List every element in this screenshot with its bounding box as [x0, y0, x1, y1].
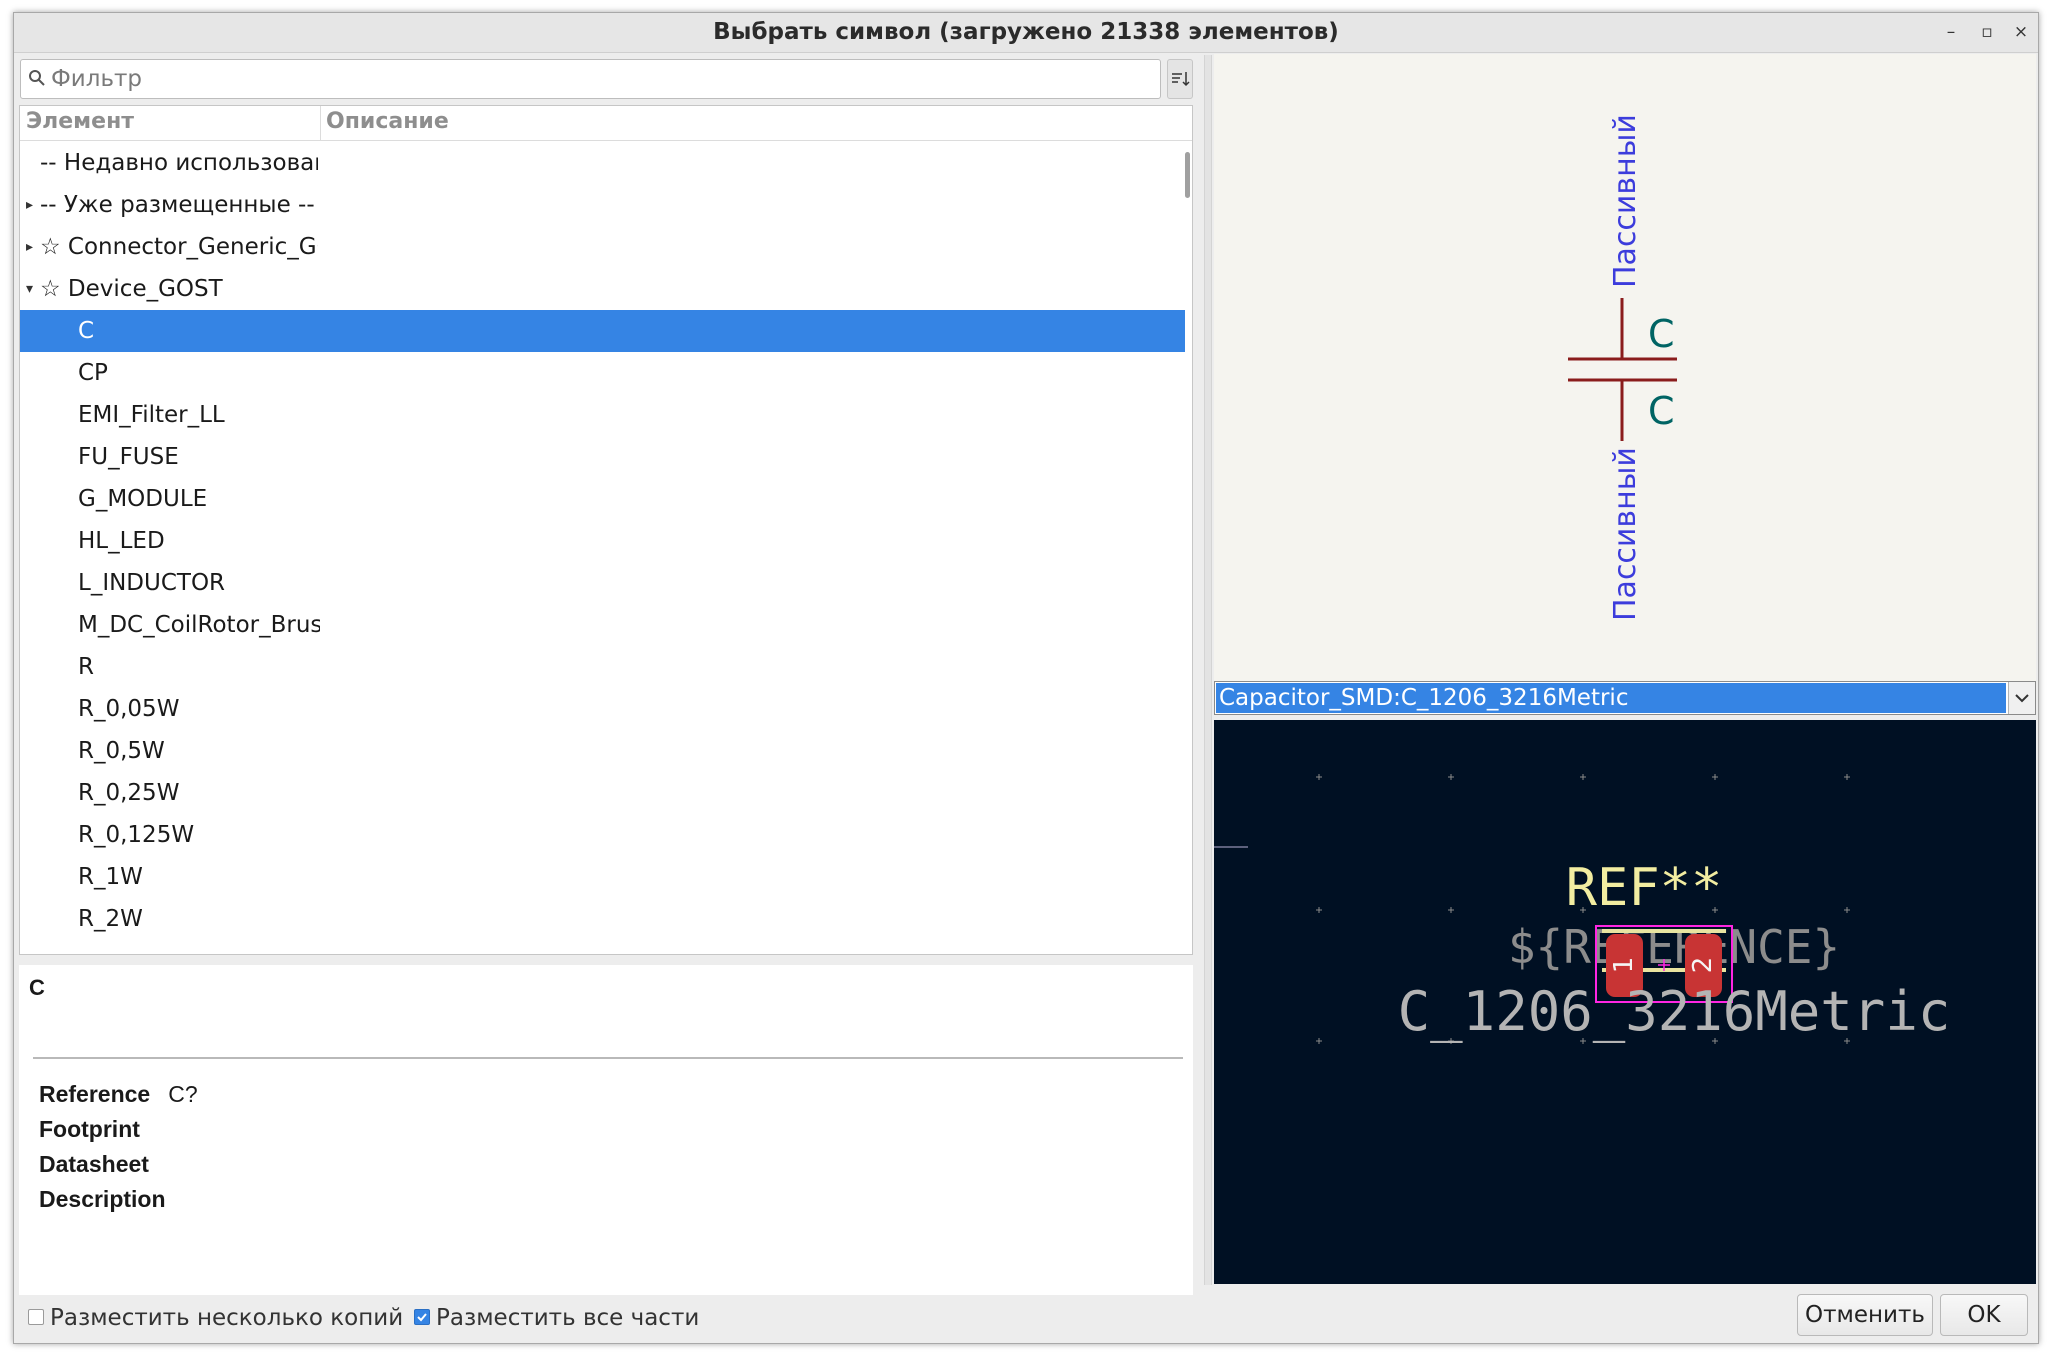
tree-row-label: L_INDUCTOR — [78, 570, 226, 596]
check-icon — [417, 1312, 427, 1321]
tree-row[interactable]: ▸ ☆ Connector_Generic_GC — [20, 226, 1185, 268]
value-text: C_1206_3216Metric — [1398, 980, 1951, 1043]
close-button[interactable]: × — [2010, 21, 2032, 43]
tree-row[interactable]: CP — [20, 352, 1185, 394]
symbol-details: C Reference C? Footprint Datasheet Descri… — [19, 965, 1193, 1295]
footprint-select-value: Capacitor_SMD:C_1206_3216Metric — [1216, 683, 2006, 713]
tree-row[interactable]: R_2W — [20, 898, 1185, 940]
capacitor-symbol: C C Пассивный Пассивный — [1568, 114, 1677, 621]
tree-row[interactable]: R — [20, 646, 1185, 688]
ok-button[interactable]: OK — [1940, 1294, 2028, 1336]
field-datasheet: Datasheet — [39, 1151, 149, 1177]
column-separator[interactable] — [320, 106, 321, 140]
tree-row-label: M_DC_CoilRotor_Brusl — [78, 612, 320, 638]
collapsed-arrow-icon[interactable]: ▸ — [26, 184, 38, 226]
pad-1-number: 1 — [1609, 957, 1639, 974]
reference-field-text: ${REFERENCE} — [1508, 920, 1840, 974]
tree-row-label: -- Уже размещенные -- — [40, 192, 315, 218]
tree-row[interactable]: FU_FUSE — [20, 436, 1185, 478]
panel-splitter[interactable] — [1204, 55, 1212, 1285]
tree-row-label: R_0,125W — [78, 822, 195, 848]
tree-row-label: C — [78, 318, 95, 344]
tree-row[interactable]: G_MODULE — [20, 478, 1185, 520]
place-multiple-copies-checkbox[interactable]: Разместить несколько копий — [28, 1305, 403, 1335]
field-footprint: Footprint — [39, 1116, 140, 1142]
symbol-tree[interactable]: Элемент Описание -- Недавно использовани… — [19, 105, 1193, 955]
tree-row-label: ☆ Connector_Generic_GC — [40, 234, 318, 260]
tree-row-label: -- Недавно использовани — [40, 150, 318, 176]
pin-name-bottom: C — [1648, 389, 1675, 433]
symbol-name: C — [29, 975, 45, 1000]
footprint-select[interactable]: Capacitor_SMD:C_1206_3216Metric — [1214, 681, 2036, 715]
expanded-arrow-icon[interactable]: ▾ — [26, 268, 38, 310]
pin-type-bottom: Пассивный — [1608, 447, 1643, 621]
details-divider — [33, 1057, 1183, 1059]
window-title: Выбрать символ (загружено 21338 элементо… — [713, 19, 1339, 45]
sort-icon — [1172, 72, 1190, 87]
footprint-preview-canvas[interactable]: REF** ${REFERENCE} 1 2 C_1206_3216Metric — [1214, 720, 2036, 1284]
footprint-drawing: REF** ${REFERENCE} 1 2 C_1206_3216Metric — [1214, 774, 1951, 1044]
ref-designator-text: REF** — [1566, 858, 1723, 918]
tree-row[interactable]: R_0,125W — [20, 814, 1185, 856]
tree-row[interactable]: HL_LED — [20, 520, 1185, 562]
tree-row[interactable]: -- Недавно использовани — [20, 142, 1185, 184]
column-header-item[interactable]: Элемент — [26, 109, 134, 134]
cancel-button[interactable]: Отменить — [1797, 1294, 1933, 1336]
tree-row-label: R_0,25W — [78, 780, 180, 806]
tree-row[interactable]: M_DC_CoilRotor_Brusl — [20, 604, 1185, 646]
checkbox-checked[interactable] — [414, 1308, 430, 1325]
tree-row[interactable]: R_1W — [20, 856, 1185, 898]
tree-header: Элемент Описание — [20, 106, 1192, 141]
checkbox-unchecked[interactable] — [28, 1308, 44, 1325]
tree-row-label: EMI_Filter_LL — [78, 402, 225, 428]
tree-row[interactable]: R_0,25W — [20, 772, 1185, 814]
tree-row[interactable]: C — [20, 310, 1185, 352]
tree-row[interactable]: ▾ ☆ Device_GOST — [20, 268, 1185, 310]
place-all-units-checkbox[interactable]: Разместить все части — [414, 1305, 699, 1335]
tree-row-label: CP — [78, 360, 108, 386]
tree-row-label: R_2W — [78, 906, 143, 932]
tree-row-label: R_0,5W — [78, 738, 165, 764]
pin-type-top: Пассивный — [1608, 114, 1643, 288]
tree-row[interactable]: ▸ -- Уже размещенные -- — [20, 184, 1185, 226]
tree-row[interactable]: R_0,5W — [20, 730, 1185, 772]
pin-name-top: C — [1648, 312, 1675, 356]
tree-scrollbar[interactable] — [1185, 152, 1190, 198]
minimize-button[interactable]: – — [1940, 21, 1962, 43]
search-icon — [29, 70, 45, 86]
tree-row-label: HL_LED — [78, 528, 165, 554]
title-bar: Выбрать символ (загружено 21338 элементо… — [14, 13, 2038, 53]
tree-row[interactable]: EMI_Filter_LL — [20, 394, 1185, 436]
field-reference: Reference C? — [39, 1081, 198, 1107]
tree-row-label: ☆ Device_GOST — [40, 276, 223, 302]
tree-row[interactable]: L_INDUCTOR — [20, 562, 1185, 604]
symbol-preview-canvas[interactable]: C C Пассивный Пассивный — [1214, 54, 2036, 682]
tree-row[interactable]: R_0,05W — [20, 688, 1185, 730]
column-header-description[interactable]: Описание — [326, 109, 449, 134]
sort-button[interactable] — [1167, 59, 1193, 99]
tree-row-label: FU_FUSE — [78, 444, 179, 470]
maximize-button[interactable]: ▫ — [1976, 21, 1998, 43]
tree-rows: -- Недавно использовани ▸ -- Уже размещенн… — [20, 142, 1185, 940]
pad-2-number: 2 — [1688, 957, 1718, 974]
tree-row-label: R_1W — [78, 864, 143, 890]
filter-input[interactable] — [49, 63, 1153, 95]
filter-field[interactable] — [20, 59, 1161, 99]
collapsed-arrow-icon[interactable]: ▸ — [26, 226, 38, 268]
field-description: Description — [39, 1186, 166, 1212]
tree-row-label: R — [78, 654, 94, 680]
chevron-down-icon[interactable] — [2008, 682, 2035, 714]
tree-row-label: R_0,05W — [78, 696, 180, 722]
tree-row-label: G_MODULE — [78, 486, 208, 512]
